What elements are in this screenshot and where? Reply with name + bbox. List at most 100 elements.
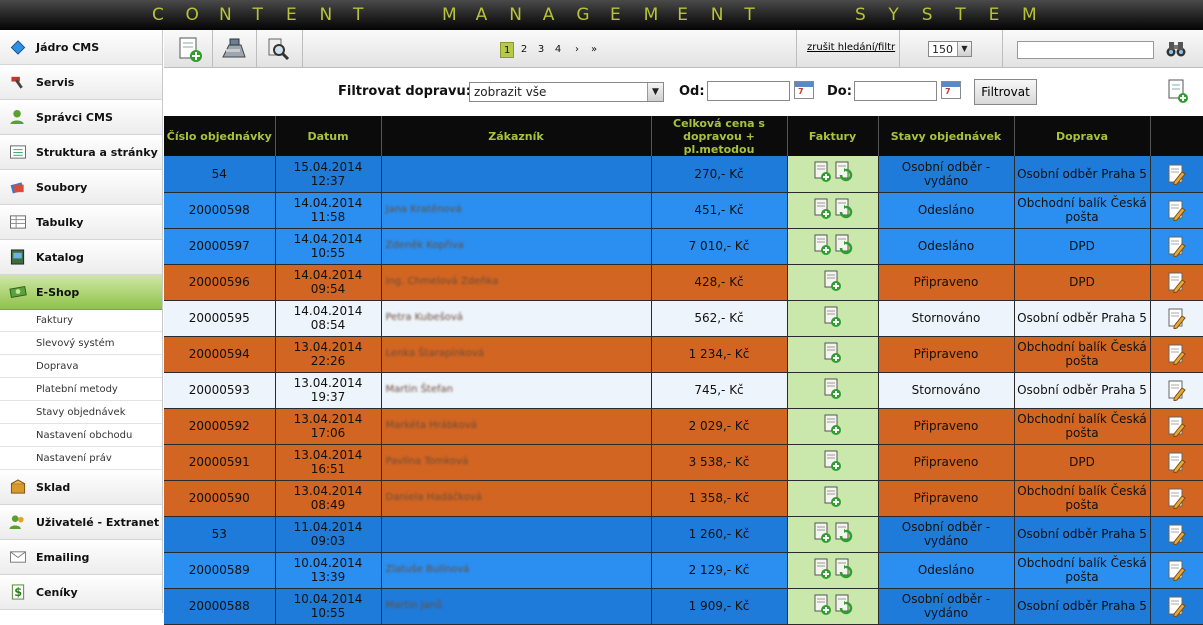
column-header[interactable]: Číslo objednávky xyxy=(164,116,276,156)
page-link[interactable]: 4 xyxy=(551,42,565,58)
sidebar-item-struktura-a-str-nky[interactable]: Struktura a stránky xyxy=(0,135,162,170)
invoice-button[interactable] xyxy=(833,161,853,186)
invoice-button[interactable] xyxy=(833,594,853,619)
column-header[interactable]: Doprava xyxy=(1014,116,1151,156)
table-row[interactable]: 20000594 13.04.2014 22:26 Lenka Štarapínko… xyxy=(164,336,1203,373)
edit-order-button[interactable] xyxy=(1168,523,1186,546)
add-document-button[interactable] xyxy=(174,33,206,65)
edit-order-button[interactable] xyxy=(1168,595,1186,618)
sidebar-item-label: Tabulky xyxy=(36,216,84,229)
table-row[interactable]: 20000592 13.04.2014 17:06 Markéta Hrábková… xyxy=(164,408,1203,445)
search-input[interactable] xyxy=(1017,41,1154,59)
date-to-input[interactable] xyxy=(854,81,937,101)
column-header[interactable] xyxy=(1150,116,1203,156)
invoice-button[interactable] xyxy=(823,342,843,367)
edit-order-button[interactable] xyxy=(1168,235,1186,258)
sidebar-subitem[interactable]: Faktury xyxy=(0,309,162,332)
edit-cell xyxy=(1150,336,1203,373)
invoice-button[interactable] xyxy=(813,234,833,259)
table-row[interactable]: 53 11.04.2014 09:03 1 260,- Kč Osobní odběr… xyxy=(164,516,1203,553)
invoice-button[interactable] xyxy=(823,270,843,295)
page-link[interactable]: 1 xyxy=(500,42,515,58)
sidebar-item-j-dro-cms[interactable]: Jádro CMS xyxy=(0,30,162,65)
edit-order-button[interactable] xyxy=(1168,163,1186,186)
sidebar-subitem[interactable]: Slevový systém xyxy=(0,332,162,355)
invoice-button[interactable] xyxy=(833,558,853,583)
invoice-button[interactable] xyxy=(823,378,843,403)
edit-order-button[interactable] xyxy=(1168,559,1186,582)
edit-order-button[interactable] xyxy=(1168,379,1186,402)
next-page-link[interactable]: › xyxy=(570,42,584,58)
sidebar-subitem[interactable]: Doprava xyxy=(0,355,162,378)
sidebar-item-soubory[interactable]: Soubory xyxy=(0,170,162,205)
column-header[interactable]: Faktury xyxy=(787,116,879,156)
invoice-button[interactable] xyxy=(813,161,833,186)
column-header[interactable]: Zákazník xyxy=(381,116,652,156)
sidebar-item-u-ivatel-extranet[interactable]: Uživatelé - Extranet xyxy=(0,505,162,540)
invoice-button[interactable] xyxy=(833,198,853,223)
table-row[interactable]: 20000588 10.04.2014 10:55 Martin Janů 1 909… xyxy=(164,588,1203,625)
table-row[interactable]: 20000596 14.04.2014 09:54 Ing. Chmelová Zd… xyxy=(164,264,1203,301)
edit-icon xyxy=(1168,344,1186,366)
column-header[interactable]: Datum xyxy=(275,116,382,156)
sidebar-item-cen-ky[interactable]: $ Ceníky xyxy=(0,575,162,610)
column-header[interactable]: Stavy objednávek xyxy=(878,116,1015,156)
sidebar-item-e-shop[interactable]: E-Shop xyxy=(0,275,162,310)
page-link[interactable]: 3 xyxy=(534,42,548,58)
sidebar-subitem[interactable]: Stavy objednávek xyxy=(0,401,162,424)
table-row[interactable]: 20000595 14.04.2014 08:54 Petra Kubešová 56… xyxy=(164,300,1203,337)
search-button[interactable] xyxy=(1166,40,1186,58)
date-from-input[interactable] xyxy=(707,81,790,101)
sidebar-subitem[interactable]: Nastavení práv xyxy=(0,447,162,470)
calendar-to-button[interactable]: 7 xyxy=(941,81,961,99)
cash-register-button[interactable] xyxy=(218,33,250,65)
invoice-button[interactable] xyxy=(813,558,833,583)
table-row[interactable]: 20000590 13.04.2014 08:49 Daniela Hadáčkov… xyxy=(164,480,1203,517)
table-row[interactable]: 20000598 14.04.2014 11:58 Jana Kratěnová 45… xyxy=(164,192,1203,229)
table-row[interactable]: 20000597 14.04.2014 10:55 Zdeněk Kopřiva 7 … xyxy=(164,228,1203,265)
order-transport: DPD xyxy=(1014,264,1151,301)
invoice-button[interactable] xyxy=(823,414,843,439)
sidebar-item-tabulky[interactable]: Tabulky xyxy=(0,205,162,240)
edit-order-button[interactable] xyxy=(1168,307,1186,330)
sidebar-item-sklad[interactable]: Sklad xyxy=(0,470,162,505)
sidebar-item-spr-vci-cms[interactable]: Správci CMS xyxy=(0,100,162,135)
sidebar-item-katalog[interactable]: Katalog xyxy=(0,240,162,275)
magnifier-tool-icon xyxy=(268,38,290,61)
calendar-from-button[interactable]: 7 xyxy=(794,81,814,99)
invoice-button[interactable] xyxy=(823,306,843,331)
last-page-link[interactable]: » xyxy=(587,42,601,58)
structure-list-icon xyxy=(10,145,26,159)
filter-button[interactable]: Filtrovat xyxy=(974,79,1037,105)
order-transport: Obchodní balík Česká pošta xyxy=(1014,336,1151,373)
edit-order-button[interactable] xyxy=(1168,451,1186,474)
inspect-button[interactable] xyxy=(262,33,294,65)
table-row[interactable]: 54 15.04.2014 12:37 270,- Kč Osobní odběr -… xyxy=(164,156,1203,193)
add-order-button[interactable] xyxy=(1167,78,1189,104)
invoice-button[interactable] xyxy=(813,594,833,619)
sidebar-subitem[interactable]: Platební metody xyxy=(0,378,162,401)
invoice-button[interactable] xyxy=(823,486,843,511)
invoice-button[interactable] xyxy=(823,450,843,475)
column-header[interactable]: Celková cena s dopravou + pl.metodou xyxy=(651,116,788,156)
sidebar-item-servis[interactable]: Servis xyxy=(0,65,162,100)
edit-order-button[interactable] xyxy=(1168,487,1186,510)
table-row[interactable]: 20000589 10.04.2014 13:39 Zlatuše Bulínová… xyxy=(164,552,1203,589)
sidebar-item-emailing[interactable]: Emailing xyxy=(0,540,162,575)
page-link[interactable]: 2 xyxy=(517,42,531,58)
invoice-button[interactable] xyxy=(813,198,833,223)
table-row[interactable]: 20000593 13.04.2014 19:37 Martin Štefan 745… xyxy=(164,372,1203,409)
edit-order-button[interactable] xyxy=(1168,343,1186,366)
transport-select[interactable]: zobrazit vše ▼ xyxy=(469,82,664,102)
invoice-button[interactable] xyxy=(813,522,833,547)
app-title-letter: E xyxy=(610,5,621,25)
invoice-button[interactable] xyxy=(833,234,853,259)
clear-filter-link[interactable]: zrušit hledání/filtr xyxy=(807,42,895,53)
edit-order-button[interactable] xyxy=(1168,199,1186,222)
edit-order-button[interactable] xyxy=(1168,271,1186,294)
invoice-button[interactable] xyxy=(833,522,853,547)
sidebar-subitem[interactable]: Nastavení obchodu xyxy=(0,424,162,447)
edit-order-button[interactable] xyxy=(1168,415,1186,438)
table-row[interactable]: 20000591 13.04.2014 16:51 Pavlína Tomková 3… xyxy=(164,444,1203,481)
per-page-select[interactable]: 150 ▼ xyxy=(928,41,972,57)
